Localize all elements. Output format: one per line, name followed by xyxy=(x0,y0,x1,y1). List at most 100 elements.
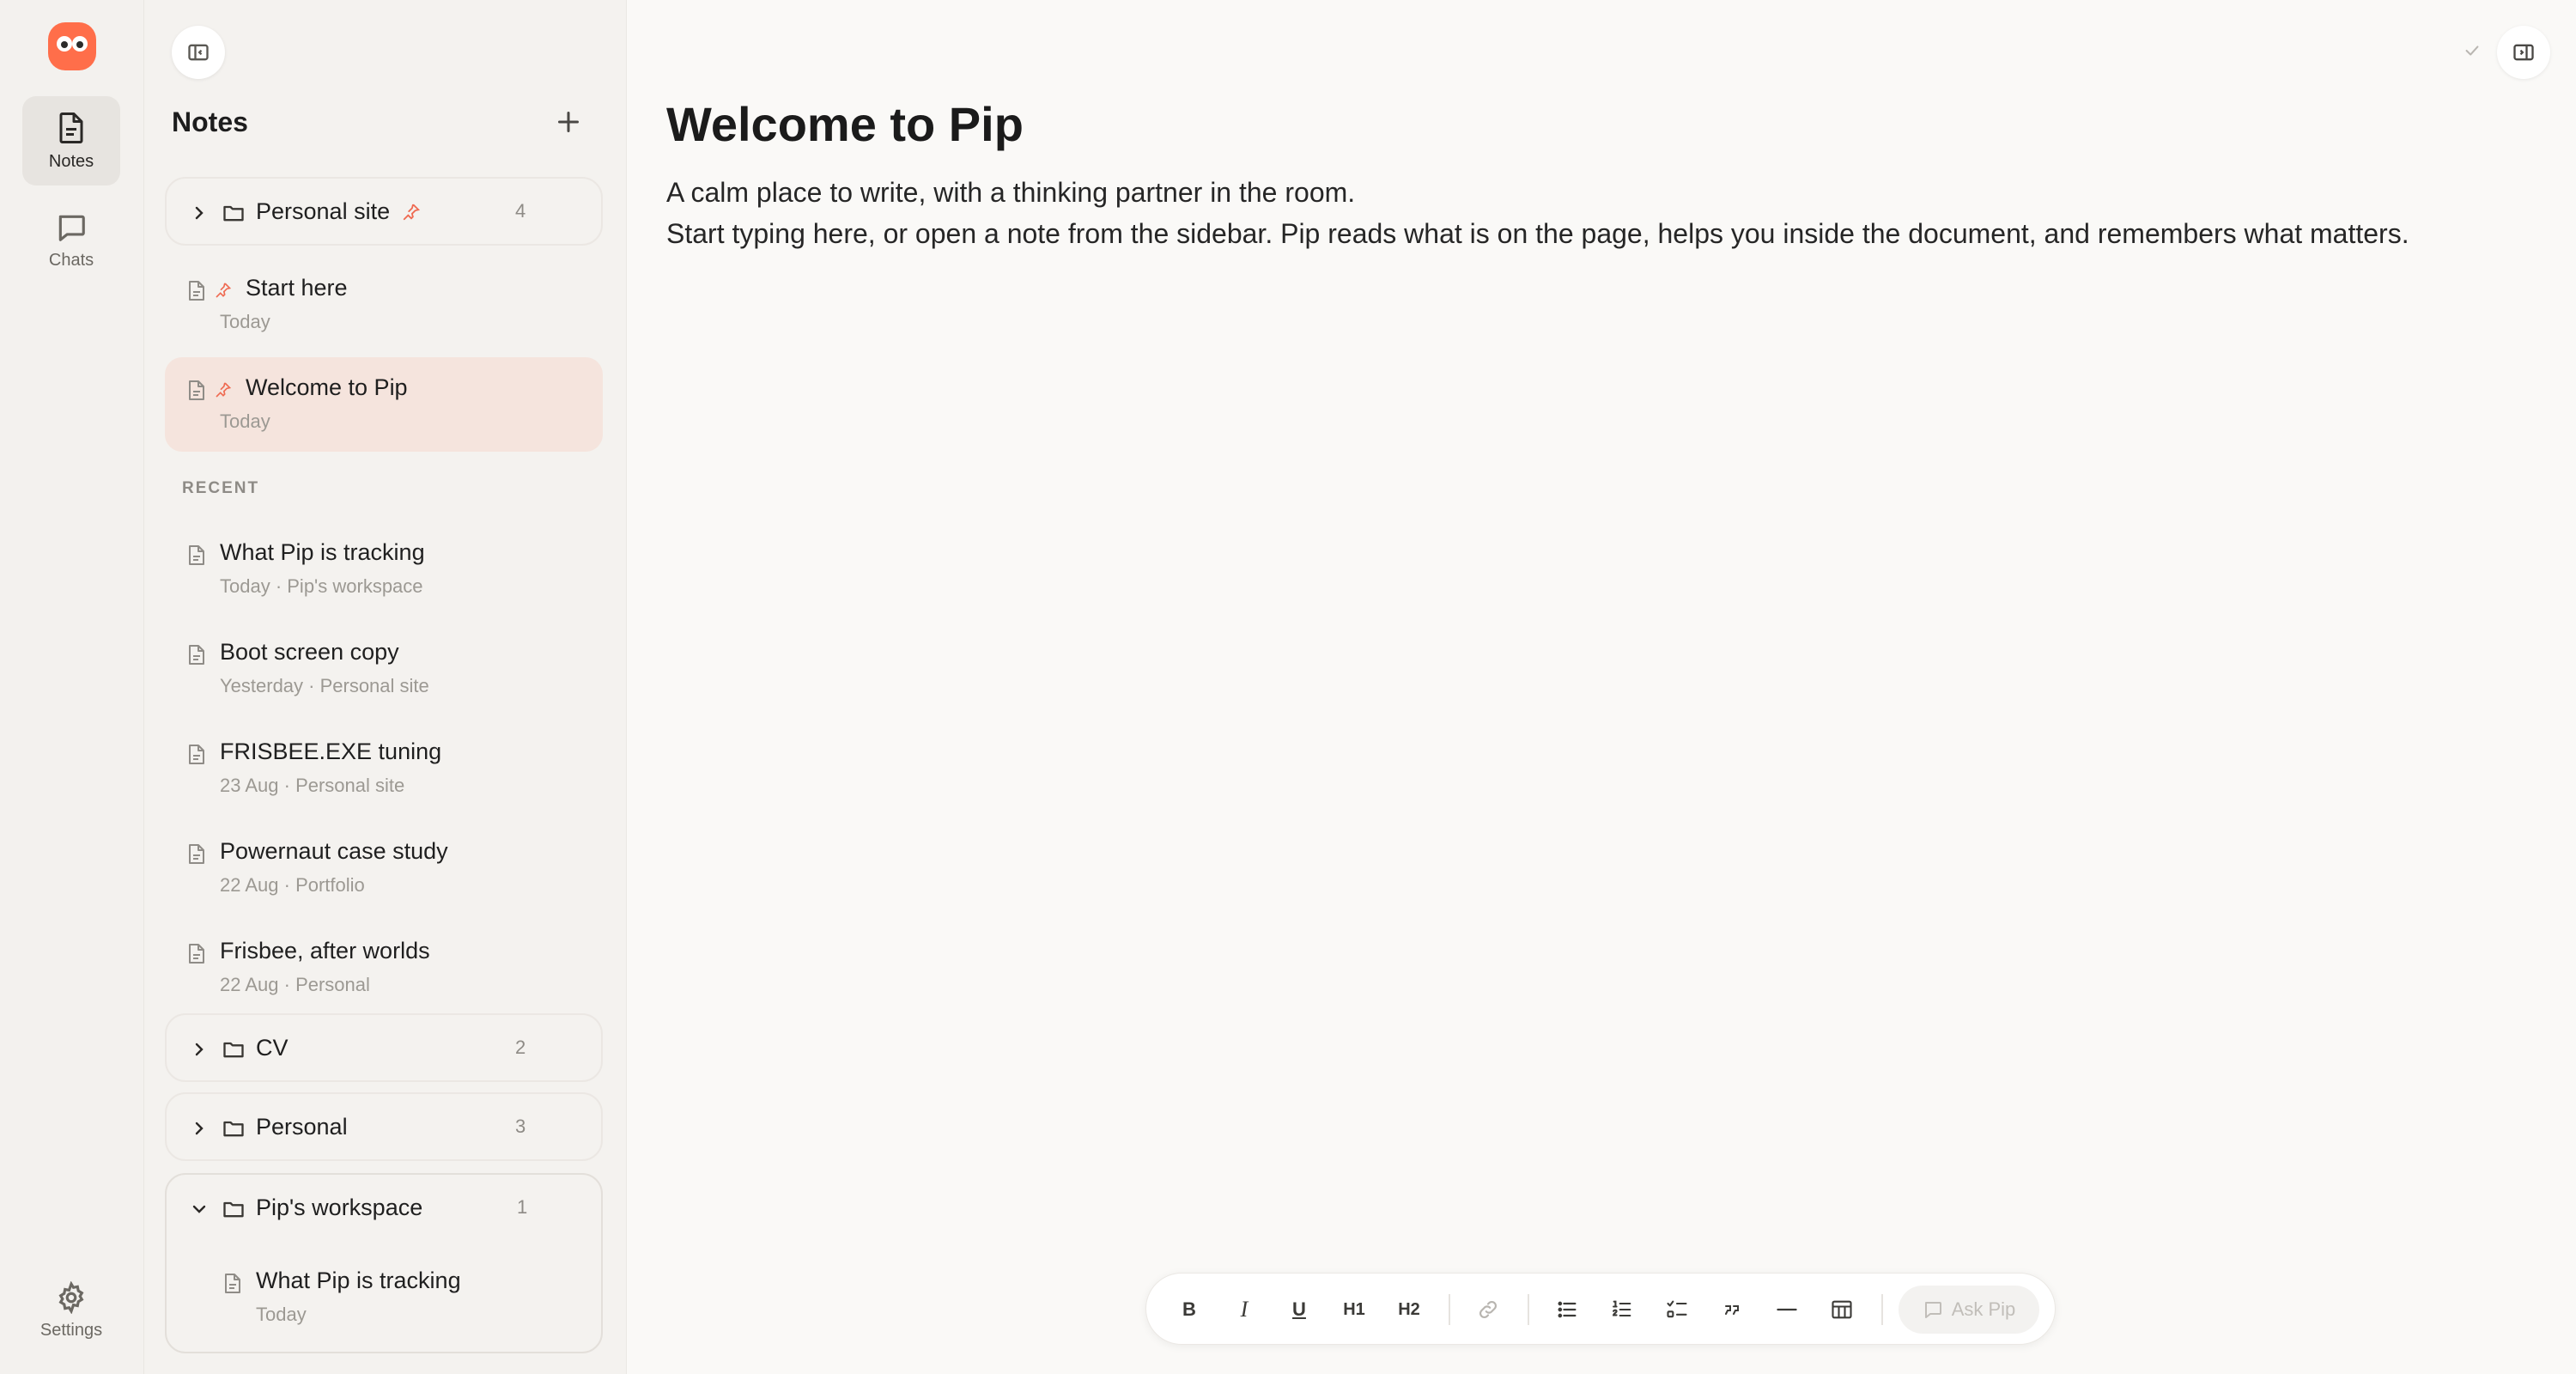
folder-icon xyxy=(223,1042,244,1058)
bullet-list-button[interactable] xyxy=(1546,1289,1588,1330)
sidebar-title: Notes xyxy=(172,106,248,137)
folder-name: Pip's workspace xyxy=(256,1194,423,1220)
formatting-toolbar: B I U H1 H2 Ask Pip xyxy=(1145,1273,2056,1345)
chevron-right-icon[interactable] xyxy=(189,1118,210,1139)
note-title: Boot screen copy xyxy=(220,639,399,665)
underline-button[interactable]: U xyxy=(1279,1289,1320,1330)
note-item-welcome-to-pip[interactable]: Welcome to Pip Today xyxy=(165,357,603,452)
folder-count: 2 xyxy=(515,1037,526,1058)
chat-bubble-icon xyxy=(1924,1302,1941,1318)
note-meta: Today xyxy=(220,410,270,432)
note-meta: 22 Aug · Portfolio xyxy=(220,874,365,896)
rail-settings-label: Settings xyxy=(39,1320,103,1340)
bullet-list-icon xyxy=(1558,1301,1577,1318)
recent-note-item[interactable]: What Pip is tracking Today · Pip's works… xyxy=(165,522,603,617)
folder-icon xyxy=(223,1201,244,1218)
note-title: FRISBEE.EXE tuning xyxy=(220,739,442,764)
folder-icon xyxy=(223,205,244,222)
folder-count: 3 xyxy=(515,1116,526,1137)
document-icon xyxy=(189,944,204,964)
document-icon xyxy=(189,745,204,764)
chat-bubble-icon xyxy=(58,215,85,241)
heading-2-button[interactable]: H2 xyxy=(1388,1289,1430,1330)
numbered-list-button[interactable] xyxy=(1601,1289,1643,1330)
panel-right-icon xyxy=(2513,44,2534,61)
left-rail: Notes Chats Settings xyxy=(0,0,144,1374)
folder-pips-workspace[interactable]: Pip's workspace 1 xyxy=(165,1173,603,1242)
horizontal-rule-icon xyxy=(1777,1308,1797,1311)
pin-icon xyxy=(403,204,421,221)
collapse-sidebar-button[interactable] xyxy=(172,26,225,79)
checklist-icon xyxy=(1667,1300,1687,1318)
saved-check-icon xyxy=(2465,46,2479,56)
note-item-start-here[interactable]: Start here Today xyxy=(165,258,603,352)
recent-note-item[interactable]: Powernaut case study 22 Aug · Portfolio xyxy=(165,821,603,915)
add-note-button[interactable] xyxy=(553,106,584,137)
ask-pip-button[interactable]: Ask Pip xyxy=(1899,1286,2039,1334)
bold-button[interactable]: B xyxy=(1169,1289,1210,1330)
note-meta: Yesterday · Personal site xyxy=(220,675,429,696)
note-meta: Today · Pip's workspace xyxy=(220,575,423,597)
folder-name: CV xyxy=(256,1034,289,1061)
pin-icon xyxy=(216,382,232,398)
note-title: Powernaut case study xyxy=(220,838,448,864)
rail-notes-label: Notes xyxy=(48,151,94,171)
folder-cv[interactable]: CV 2 xyxy=(165,1013,603,1082)
folder-personal-site[interactable]: Personal site 4 xyxy=(165,177,603,246)
table-button[interactable] xyxy=(1821,1289,1862,1330)
chevron-down-icon[interactable] xyxy=(189,1199,210,1219)
link-button[interactable] xyxy=(1467,1289,1509,1330)
toolbar-divider xyxy=(1449,1294,1450,1325)
document-paragraph[interactable]: A calm place to write, with a thinking p… xyxy=(666,177,1355,209)
note-title: Welcome to Pip xyxy=(246,374,408,400)
toggle-right-panel-button[interactable] xyxy=(2497,26,2550,79)
quote-icon xyxy=(1725,1305,1739,1315)
pip-logo-icon[interactable] xyxy=(48,22,96,70)
workspace-note-item[interactable]: What Pip is tracking Today xyxy=(201,1250,587,1345)
note-title: Frisbee, after worlds xyxy=(220,938,430,964)
note-meta: Today xyxy=(220,311,270,332)
logo-eye-left xyxy=(57,36,72,52)
note-meta: 23 Aug · Personal site xyxy=(220,775,405,796)
recent-note-item[interactable]: Frisbee, after worlds 22 Aug · Personal xyxy=(165,921,603,1015)
italic-button[interactable]: I xyxy=(1224,1289,1265,1330)
gear-icon xyxy=(58,1280,84,1314)
quote-button[interactable] xyxy=(1711,1289,1753,1330)
table-icon xyxy=(1832,1300,1852,1319)
logo-eye-right xyxy=(72,36,88,52)
recent-note-item[interactable]: Boot screen copy Yesterday · Personal si… xyxy=(165,622,603,716)
folder-count: 4 xyxy=(515,200,526,222)
rail-chats-label: Chats xyxy=(48,250,94,270)
note-title: What Pip is tracking xyxy=(256,1268,461,1293)
document-icon xyxy=(189,844,204,864)
document-icon xyxy=(189,281,204,301)
toolbar-divider xyxy=(1881,1294,1883,1325)
document-icon xyxy=(189,380,204,400)
note-title: Start here xyxy=(246,275,348,301)
chevron-right-icon[interactable] xyxy=(189,203,210,223)
document-title[interactable]: Welcome to Pip xyxy=(666,96,1024,152)
rail-notes-button[interactable]: Notes xyxy=(22,96,120,185)
link-icon xyxy=(1479,1301,1497,1318)
note-title: What Pip is tracking xyxy=(220,539,425,565)
pin-icon xyxy=(216,283,232,298)
recent-note-item[interactable]: FRISBEE.EXE tuning 23 Aug · Personal sit… xyxy=(165,721,603,816)
sidebar-toggle-icon xyxy=(188,44,209,61)
note-document-icon xyxy=(59,112,83,143)
folder-personal[interactable]: Personal 3 xyxy=(165,1092,603,1161)
divider-button[interactable] xyxy=(1766,1289,1807,1330)
heading-1-button[interactable]: H1 xyxy=(1334,1289,1375,1330)
checklist-button[interactable] xyxy=(1656,1289,1698,1330)
rail-chats-button[interactable]: Chats xyxy=(22,196,120,285)
folder-name: Personal xyxy=(256,1113,348,1140)
plus-icon xyxy=(558,112,579,132)
numbered-list-icon xyxy=(1613,1300,1631,1317)
chevron-right-icon[interactable] xyxy=(189,1039,210,1060)
note-meta: Today xyxy=(256,1304,307,1325)
rail-settings-button[interactable]: Settings xyxy=(22,1266,120,1355)
document-paragraph[interactable]: Start typing here, or open a note from t… xyxy=(666,218,2409,250)
note-meta: 22 Aug · Personal xyxy=(220,974,370,995)
document-icon xyxy=(189,545,204,565)
document-icon xyxy=(225,1274,240,1293)
editor-area[interactable]: Welcome to Pip A calm place to write, wi… xyxy=(627,0,2576,1374)
